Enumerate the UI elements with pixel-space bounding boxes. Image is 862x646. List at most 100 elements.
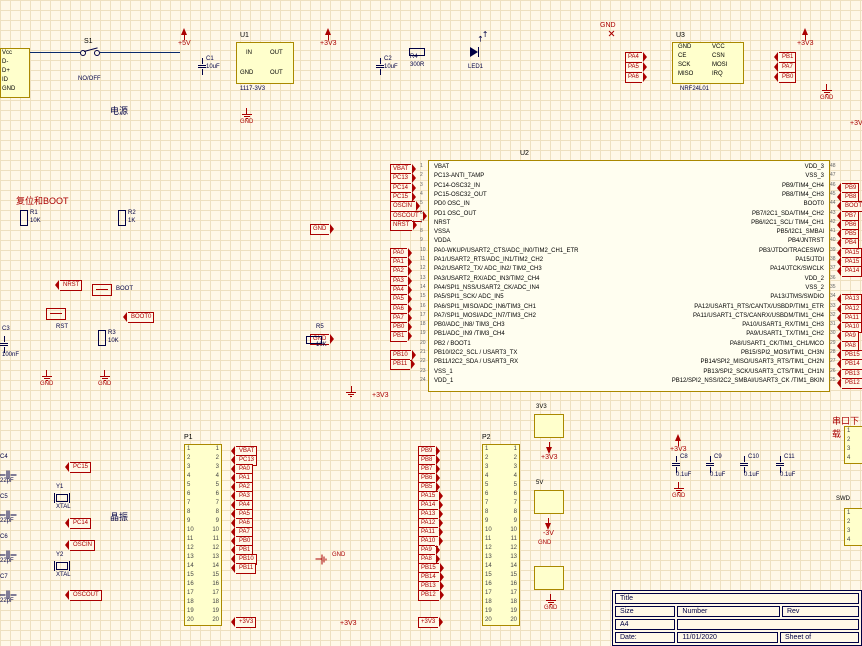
c1-val: 10uF [206, 64, 220, 70]
u2-pin-41: PB5/I2C1_SMBAl [777, 229, 824, 235]
c7-val: 22pF [0, 598, 14, 604]
usb-gnd: GND [2, 86, 15, 92]
c6-val: 22pF [0, 558, 14, 564]
net-pb0-nrf: PB0 [779, 72, 796, 83]
c2-val: 10uF [384, 64, 398, 70]
gnd-reg5v: GND [538, 540, 551, 546]
gnd-p1-lbl: GND [332, 552, 345, 558]
c10-ref: C10 [748, 454, 759, 460]
s1-ref: S1 [84, 38, 93, 45]
c8-val: 0.1uF [676, 472, 691, 478]
cap-c11 [776, 456, 784, 473]
r5-ref: R5 [316, 324, 324, 330]
u2-pin-num-19: 19 [420, 330, 426, 336]
gnd-caps: GND [672, 482, 685, 499]
u2-pin-13: PA3/USART2_RX/ADC_IN3/TIM2_CH4 [434, 276, 539, 282]
y1-val: XTAL [56, 504, 71, 510]
u2-pin-2: PC13-ANTI_TAMP [434, 173, 484, 179]
u2-pin-36: VDD_2 [805, 276, 824, 282]
usb-id: ID [2, 77, 8, 83]
nrf-irq: IRQ [712, 71, 723, 77]
c6-ref: C6 [0, 534, 8, 540]
u2-pin-num-1: 1 [420, 163, 423, 169]
net-nrst: NRST [60, 280, 82, 291]
u2-pin-27: PB14/SPI2_MISO/USART3_RTS/TIM1_CH2N [701, 359, 825, 365]
cap-c1 [198, 58, 206, 75]
u2-pin-num-41: 41 [830, 228, 836, 234]
gnd-u2-bottom [346, 386, 356, 397]
u2-pin-num-8: 8 [420, 228, 423, 234]
u2-pin-num-11: 11 [420, 256, 425, 262]
r3-ref: R3 [108, 330, 116, 336]
u2-pin-45: PB8/TIM4_CH3 [782, 192, 824, 198]
u2-pin-num-23: 23 [420, 368, 426, 374]
section-power: 电源 [110, 104, 128, 117]
c4-val: 22pF [0, 478, 14, 484]
y2-val: XTAL [56, 572, 71, 578]
u1-regulator [236, 42, 294, 84]
nrf-vcc: VCC [712, 44, 725, 50]
u2-pin-num-21: 21 [420, 349, 426, 355]
u2-pin-25: PB12/SPI2_NSS/I2C2_SMBAl/USART3_CK /TIM1… [672, 378, 824, 384]
nrf-csn: CSN [712, 53, 725, 59]
conn-p2: 1122334455667788991010111112121313141415… [482, 444, 520, 626]
y2-ref: Y2 [56, 552, 63, 558]
u2-pin-15: PA5/SPI1_SCK/ ADC_IN5 [434, 294, 504, 300]
u2-pin-num-4: 4 [420, 191, 423, 197]
u2-pin-num-44: 44 [830, 200, 836, 206]
u2-pin-18: PB0/ADC_IN8/ TIM3_CH3 [434, 322, 505, 328]
nrf-gnd: GND [678, 44, 691, 50]
u2-pin-num-17: 17 [420, 312, 426, 318]
cap-c9 [706, 456, 714, 473]
u1-ref: U1 [240, 32, 249, 39]
u2-pin-num-6: 6 [420, 210, 423, 216]
u1-in: IN [246, 50, 252, 56]
u2-pin-num-9: 9 [420, 237, 423, 243]
res-r3 [98, 330, 106, 346]
conn-swd: 1 2 3 4 [844, 508, 862, 546]
net-oscout: OSCOUT [70, 590, 102, 601]
u2-pin-num-37: 37 [830, 265, 836, 271]
u2-pin-6: PD1 OSC_OUT [434, 211, 476, 217]
u2-pin-num-16: 16 [420, 303, 426, 309]
gnd-nrf: GND [820, 84, 833, 101]
reg-3v3-lbl: 3V3 [536, 404, 547, 410]
u2-pin-num-47: 47 [830, 172, 836, 178]
gnd-net-u2: GND [310, 224, 329, 235]
u2-pin-num-3: 3 [420, 182, 423, 188]
swd-ref: SWD [836, 496, 850, 502]
u2-pin-14: PA4/SPI1_NSS/USART2_CK/ADC_IN4 [434, 285, 539, 291]
net-boot0: BOOT0 [128, 312, 154, 323]
u2-pin-num-35: 35 [830, 284, 836, 290]
u2-pin-num-18: 18 [420, 321, 426, 327]
pwr-3v3-p1: +3V3 [340, 620, 357, 627]
u2-pin-num-22: 22 [420, 358, 426, 364]
net-nrst: NRST [390, 220, 412, 231]
res-r2 [118, 210, 126, 226]
u2-pin-26: PB13/SPI2_SCK/USART3_CTS/TIM1_CH1N [703, 369, 824, 375]
reg-5v-lbl: 5V [536, 480, 543, 486]
rst-lbl: RST [56, 324, 68, 330]
u2-pin-num-28: 28 [830, 349, 836, 355]
r2-val: 1K [128, 218, 135, 224]
u2-pin-8: VSSA [434, 229, 450, 235]
u2-pin-num-31: 31 [830, 321, 836, 327]
nrf-miso: MISO [678, 71, 693, 77]
y1-ref: Y1 [56, 484, 63, 490]
rst-button [46, 308, 66, 320]
u1-val: 1117-3V3 [240, 86, 265, 92]
u2-pin-43: PB7/I2C1_SDA/TIM4_CH2 [752, 211, 824, 217]
s1-val: NO/OFF [78, 76, 101, 82]
c2-ref: C2 [384, 56, 392, 62]
u2-pin-num-25: 25 [830, 377, 836, 383]
u2-pin-38: PA15/JTDI [795, 257, 824, 263]
c3-ref: C3 [2, 326, 10, 332]
u2-pin-3: PC14-OSC32_IN [434, 183, 480, 189]
gnd-boot: GND [98, 370, 111, 387]
c7-ref: C7 [0, 574, 8, 580]
u2-pin-num-7: 7 [420, 219, 423, 225]
u2-pin-num-13: 13 [420, 275, 426, 281]
pwr-5v: +5V [178, 28, 191, 47]
u2-pin-num-5: 5 [420, 200, 423, 206]
cap-c3 [0, 336, 8, 353]
